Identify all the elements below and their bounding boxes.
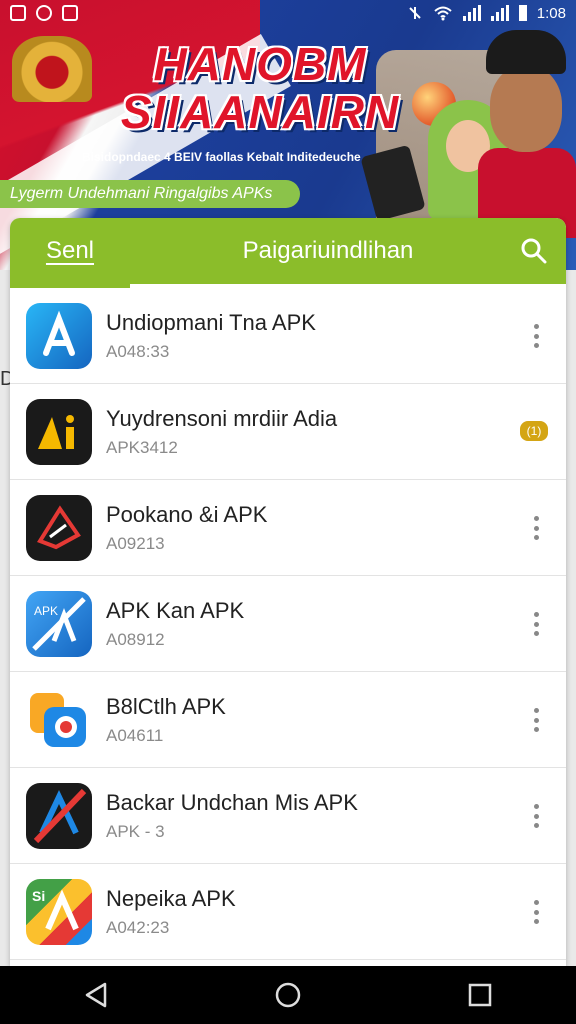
- home-button[interactable]: [268, 975, 308, 1015]
- app-name: Undiopmani Tna APK: [106, 309, 316, 335]
- app-name: Nepeika APK: [106, 885, 236, 911]
- app-version: A042:23: [106, 917, 170, 937]
- app-version: APK3412: [106, 437, 178, 457]
- update-badge[interactable]: (1): [520, 421, 548, 441]
- notification-icons: [10, 5, 78, 21]
- list-item[interactable]: Pookano &i APK A09213: [10, 480, 566, 576]
- app-version: A09213: [106, 533, 165, 553]
- signal-2-icon: [490, 5, 509, 21]
- app-name: Backar Undchan Mis APK: [106, 789, 358, 815]
- list-item[interactable]: Si Nepeika APK A042:23: [10, 864, 566, 960]
- list-item[interactable]: B8lCtlh APK A04611: [10, 672, 566, 768]
- app-name: Yuydrensoni mrdiir Adia: [106, 405, 338, 431]
- banner-ribbon: Lygerm Undehmani Ringalgibs APKs: [0, 180, 300, 208]
- header-title: Paigariuindlihan: [242, 237, 414, 264]
- more-options-icon[interactable]: [534, 708, 540, 732]
- app-store-icon: [26, 302, 92, 369]
- app-notification-icon: [36, 5, 52, 21]
- more-options-icon[interactable]: [534, 612, 540, 636]
- mute-icon: [409, 7, 421, 19]
- app-name: APK Kan APK: [106, 597, 245, 623]
- app-list-card: Senl Paigariuindlihan Undiopmani Tna APK…: [10, 218, 566, 966]
- clock: 1:08: [536, 4, 566, 22]
- recents-icon: [468, 983, 492, 1007]
- back-icon: [85, 982, 107, 1008]
- si-multicolor-icon: Si: [26, 878, 92, 945]
- wifi-icon: [434, 6, 452, 21]
- back-button[interactable]: [76, 975, 116, 1015]
- apk-blue-icon: APK: [26, 590, 92, 657]
- app-name: Pookano &i APK: [106, 501, 268, 527]
- ai-icon: [26, 398, 92, 465]
- more-options-icon[interactable]: [534, 900, 540, 924]
- banner-title: HANOBM SIIAANAIRN: [120, 38, 400, 138]
- list-item[interactable]: APK APK Kan APK A08912: [10, 576, 566, 672]
- grid-notification-icon: [62, 5, 78, 21]
- svg-text:APK: APK: [34, 604, 58, 618]
- man-character-illustration: [478, 30, 576, 238]
- app-header: Senl Paigariuindlihan: [10, 218, 566, 284]
- recents-button[interactable]: [460, 975, 500, 1015]
- app-name: B8lCtlh APK: [106, 693, 226, 719]
- app-version: A048:33: [106, 341, 170, 361]
- b-camera-icon: [26, 686, 92, 753]
- app-version: APK - 3: [106, 821, 165, 841]
- a-slash-icon: [26, 782, 92, 849]
- list-item[interactable]: Yuydrensoni mrdiir Adia APK3412 (1): [10, 384, 566, 480]
- signal-icon: [462, 5, 481, 21]
- status-bar: 1:08: [0, 0, 576, 26]
- svg-text:Si: Si: [32, 888, 45, 904]
- home-icon: [275, 982, 301, 1008]
- more-options-icon[interactable]: [534, 324, 540, 348]
- app-version: A04611: [106, 725, 164, 745]
- system-icons: 1:08: [407, 5, 566, 22]
- system-nav-bar: [0, 966, 576, 1024]
- tab-senl[interactable]: Senl: [10, 218, 130, 284]
- gallery-notification-icon: [10, 5, 26, 21]
- list-item[interactable]: Backar Undchan Mis APK APK - 3: [10, 768, 566, 864]
- battery-icon: [518, 5, 527, 21]
- garuda-emblem-icon: [12, 36, 92, 102]
- arrow-logo-icon: [26, 494, 92, 561]
- list-item[interactable]: Undiopmani Tna APK A048:33: [10, 288, 566, 384]
- more-options-icon[interactable]: [534, 516, 540, 540]
- app-list: Undiopmani Tna APK A048:33 Yuydrensoni m…: [10, 288, 566, 960]
- more-options-icon[interactable]: [534, 804, 540, 828]
- app-version: A08912: [106, 629, 165, 649]
- search-icon[interactable]: [520, 237, 548, 265]
